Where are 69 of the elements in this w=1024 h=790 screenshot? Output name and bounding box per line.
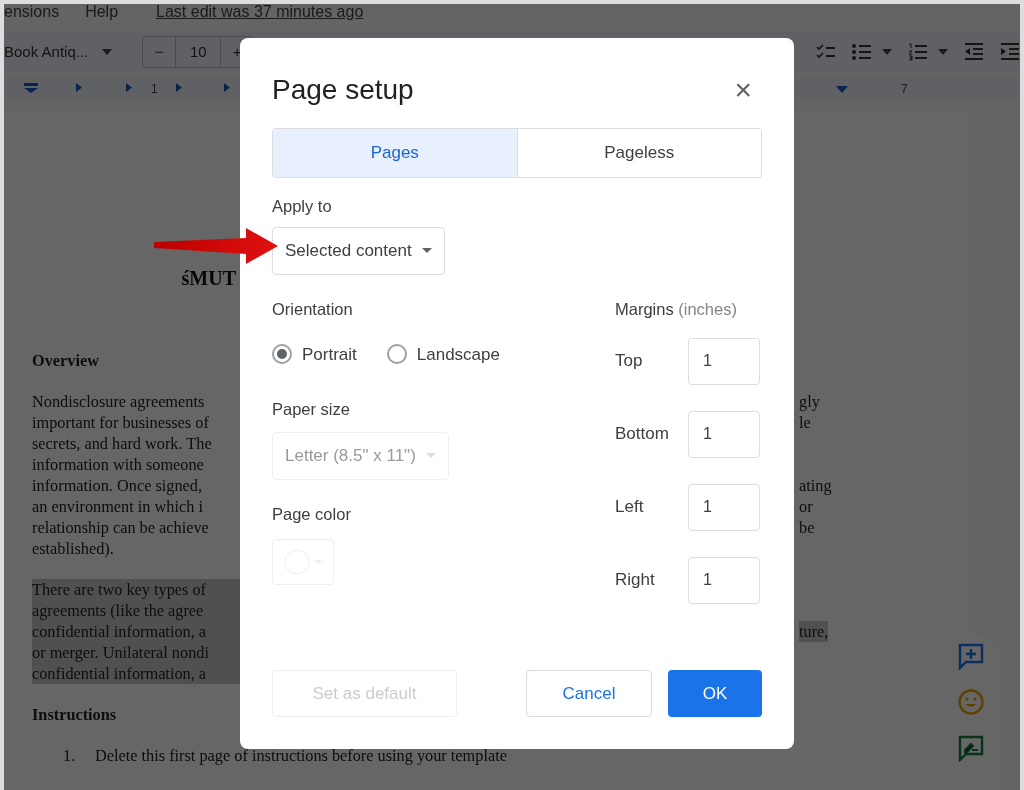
caret-icon	[425, 453, 436, 459]
margin-label: Left	[615, 496, 644, 519]
field-label: Orientation	[272, 298, 354, 320]
paragraph-text: Nondisclosure agreements	[32, 391, 206, 412]
tab-stop-icon[interactable]	[76, 83, 82, 92]
paragraph-text: relationship can be achieve	[32, 517, 210, 538]
margin-field[interactable]: 1	[688, 556, 760, 604]
caret-icon[interactable]	[102, 49, 113, 55]
font-dropdown[interactable]: Book Antiq...	[4, 40, 89, 64]
tab-stop-icon[interactable]	[126, 83, 132, 92]
increase-indent-icon[interactable]	[1000, 43, 1020, 61]
radio-option[interactable]: Portrait	[272, 341, 357, 367]
caret-icon	[421, 248, 432, 254]
margin-field[interactable]: 1	[688, 483, 760, 531]
paragraph-text: established).	[32, 538, 115, 559]
list-item-text: Delete this first page of instructions before using your template	[95, 745, 508, 766]
margin-field[interactable]: 1	[688, 337, 760, 385]
cancel-button[interactable]: Cancel	[526, 670, 652, 717]
tab[interactable]: Pageless	[516, 129, 761, 177]
margin-label: Top	[615, 350, 643, 373]
apply-to-dropdown[interactable]: Selected content	[272, 226, 445, 275]
paragraph-text: ating	[799, 475, 832, 496]
paragraph-text: an environment in which i	[32, 496, 204, 517]
ok-button[interactable]: OK	[668, 670, 762, 717]
paragraph-text: information with someone	[32, 454, 205, 475]
caret-icon[interactable]	[938, 49, 948, 55]
add-comment-icon[interactable]	[957, 642, 985, 670]
decrease-font-button[interactable]: −	[143, 37, 176, 67]
caret-icon[interactable]	[882, 49, 892, 55]
paragraph-text: le	[799, 412, 811, 433]
paragraph-text: be	[799, 517, 815, 538]
margin-label: Right	[615, 569, 655, 592]
numbered-list-icon[interactable]	[908, 43, 928, 61]
tab[interactable]: Pages	[273, 129, 517, 177]
ruler-number: 1	[151, 81, 158, 98]
dialog-title: Page setup	[272, 73, 414, 107]
paragraph-text: ture,	[799, 621, 829, 642]
list-number: 1.	[63, 745, 77, 766]
paragraph-text: secrets, and hard work. The	[32, 433, 213, 454]
indent-marker-icon[interactable]	[24, 83, 38, 93]
document-title: śMUT	[181, 266, 237, 291]
last-edit-link[interactable]: Last edit was 37 minutes ago	[156, 4, 364, 20]
bulleted-list-icon[interactable]	[852, 43, 872, 61]
tab-stop-icon[interactable]	[224, 83, 230, 92]
menu-item[interactable]: ensions	[4, 4, 60, 20]
checklist-icon[interactable]	[816, 43, 836, 61]
ruler-number: 7	[901, 81, 908, 98]
field-label: Paper size	[272, 399, 351, 420]
menu-item[interactable]: Help	[85, 4, 119, 20]
section-heading: Instructions	[32, 704, 118, 725]
emoji-icon[interactable]	[957, 688, 985, 716]
field-label: Apply to	[272, 196, 333, 217]
suggest-edit-icon[interactable]	[957, 734, 985, 762]
close-button[interactable]: ×	[734, 75, 752, 105]
decrease-indent-icon[interactable]	[964, 43, 984, 61]
tab-stop-icon[interactable]	[176, 83, 182, 92]
field-label: Page color	[272, 503, 352, 525]
field-label: Margins	[615, 299, 674, 318]
font-size-field[interactable]: 10	[175, 37, 222, 67]
margin-label: Bottom	[615, 423, 669, 446]
margin-field[interactable]: 1	[688, 410, 760, 458]
section-heading: Overview	[32, 350, 100, 371]
radio-option[interactable]: Landscape	[386, 341, 500, 367]
paragraph-text: gly	[799, 391, 820, 412]
paragraph-text: important for businesses of	[32, 412, 210, 433]
paragraph-text: information. Once signed,	[32, 475, 203, 496]
unit-label: (inches)	[678, 299, 737, 318]
paragraph-text: or	[799, 496, 813, 517]
indent-marker-icon[interactable]	[836, 86, 848, 93]
